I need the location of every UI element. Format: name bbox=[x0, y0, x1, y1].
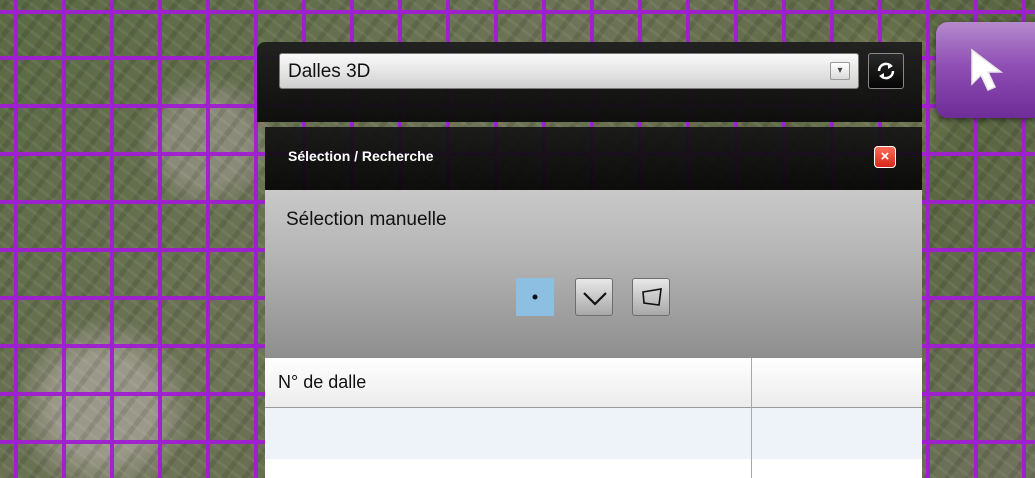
close-button[interactable]: × bbox=[874, 146, 896, 168]
side-panel: Dalles 3D ▾ Sélection / Recherche × Séle… bbox=[257, 42, 922, 478]
point-select-icon bbox=[532, 294, 538, 300]
column-divider bbox=[751, 358, 752, 478]
selection-panel-header: Sélection / Recherche × bbox=[265, 127, 922, 190]
column-header-tile-number[interactable]: N° de dalle bbox=[278, 372, 366, 393]
chevron-down-icon[interactable]: ▾ bbox=[830, 62, 850, 80]
cursor-arrow-icon bbox=[971, 48, 1004, 91]
line-select-icon bbox=[583, 292, 607, 306]
sync-button[interactable] bbox=[868, 53, 904, 89]
results-table: N° de dalle bbox=[265, 358, 922, 478]
polygon-select-button[interactable] bbox=[632, 278, 670, 316]
selection-panel-title: Sélection / Recherche bbox=[288, 148, 434, 164]
polygon-select-icon bbox=[642, 288, 662, 306]
selection-panel-body: Sélection manuelle bbox=[265, 190, 922, 358]
pointer-tool-button[interactable] bbox=[936, 22, 1035, 118]
line-select-button[interactable] bbox=[575, 278, 613, 316]
layer-dropdown-value: Dalles 3D bbox=[288, 61, 371, 82]
layer-toolbar: Dalles 3D ▾ bbox=[257, 42, 922, 122]
point-select-button[interactable] bbox=[516, 278, 554, 316]
table-header: N° de dalle bbox=[265, 358, 922, 408]
table-row[interactable] bbox=[265, 408, 922, 459]
layer-dropdown[interactable]: Dalles 3D ▾ bbox=[279, 53, 859, 89]
sync-icon bbox=[877, 62, 895, 80]
manual-selection-label: Sélection manuelle bbox=[286, 209, 447, 230]
